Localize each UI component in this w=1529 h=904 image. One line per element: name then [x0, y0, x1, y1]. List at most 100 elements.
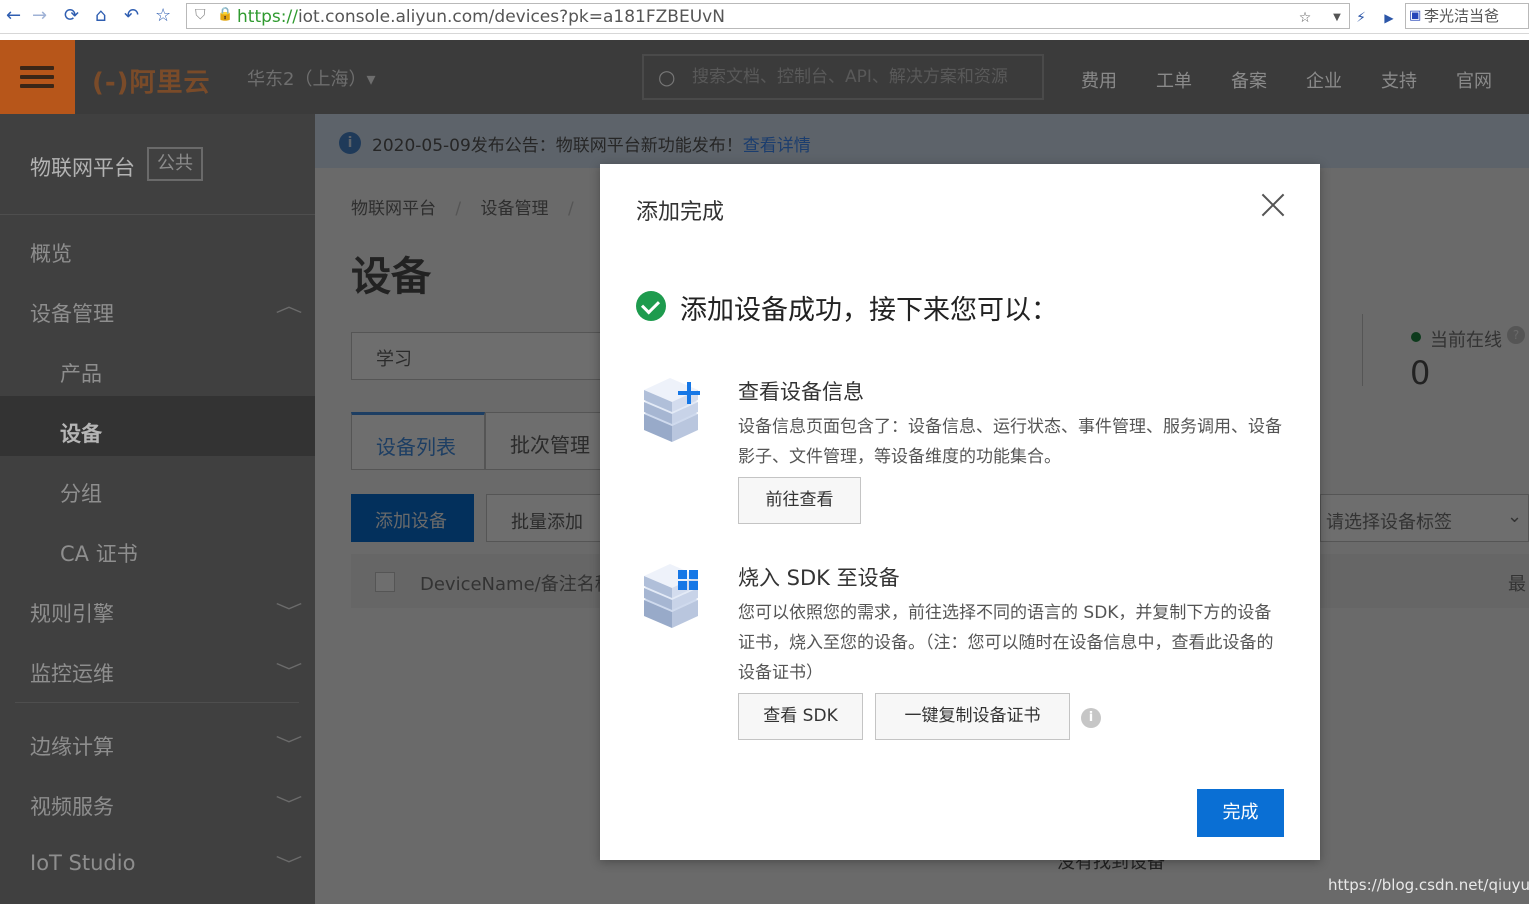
close-icon[interactable]	[1258, 190, 1288, 220]
sidebar-item-overview[interactable]: 概览	[30, 238, 72, 268]
lock-icon: 🔒	[217, 7, 234, 22]
breadcrumb-iot-platform[interactable]: 物联网平台	[351, 199, 436, 219]
divider	[0, 214, 315, 215]
breadcrumb-separator: /	[455, 199, 462, 219]
watermark: https://blog.csdn.net/qiuyu1	[1328, 876, 1529, 894]
menu-line	[20, 84, 54, 88]
online-status-dot	[1411, 332, 1421, 342]
instance-badge[interactable]: 公共	[147, 147, 203, 181]
chevron-down-icon[interactable]: ﹀	[276, 791, 303, 817]
product-select-value: 学习	[376, 349, 412, 370]
lightning-icon[interactable]: ⚡	[1351, 8, 1371, 28]
go-view-button[interactable]: 前往查看	[738, 477, 861, 524]
shield-icon: ⛉	[195, 7, 206, 23]
info-icon: i	[339, 132, 361, 154]
burn-sdk-desc: 您可以依照您的需求，前往选择不同的语言的 SDK，并复制下方的设备证书，烧入至您…	[738, 603, 1274, 683]
sdk-burn-icon	[644, 564, 698, 628]
sidebar-item-ca-cert[interactable]: CA 证书	[60, 538, 138, 568]
bookmark-star-icon[interactable]: ☆	[155, 6, 171, 26]
back-icon[interactable]: ←	[6, 6, 21, 26]
sidebar-item-devices[interactable]: 设备	[60, 418, 102, 448]
info-icon[interactable]: i	[1081, 708, 1101, 728]
sidebar: 物联网平台 公共 概览 设备管理 ︿ 产品 设备 分组 CA 证书 规则引擎 ﹀…	[0, 114, 315, 904]
column-last: 最	[1508, 574, 1526, 595]
view-device-info-desc: 设备信息页面包含了：设备信息、运行状态、事件管理、服务调用、设备影子、文件管理，…	[738, 417, 1282, 467]
favorite-star-icon[interactable]: ☆	[1295, 8, 1315, 28]
sidebar-item-monitoring[interactable]: 监控运维	[30, 658, 114, 688]
success-check-icon	[636, 291, 666, 321]
dialog-title: 添加完成	[636, 200, 725, 225]
nav-icp[interactable]: 备案	[1231, 67, 1267, 93]
region-select[interactable]: 华东2（上海）▾	[247, 65, 376, 91]
done-button[interactable]: 完成	[1197, 789, 1284, 837]
user-name: 李光洁当爸	[1424, 7, 1500, 25]
breadcrumb-separator: /	[567, 199, 574, 219]
batch-add-button[interactable]: 批量添加	[486, 494, 604, 542]
sidebar-item-products[interactable]: 产品	[60, 358, 102, 388]
announcement-text: 2020-05-09发布公告：物联网平台新功能发布！查看详情	[372, 136, 811, 156]
undo-icon[interactable]: ↶	[124, 6, 139, 26]
aliyun-logo[interactable]: (-)阿里云	[92, 62, 211, 99]
add-device-button[interactable]: 添加设备	[351, 494, 474, 542]
sidebar-item-video-service[interactable]: 视频服务	[30, 791, 114, 821]
browser-toolbar: ← → ⟳ ⌂ ↶ ☆ ⛉ 🔒 https://iot.console.aliy…	[0, 0, 1529, 34]
menu-line	[20, 66, 54, 70]
view-device-info-title: 查看设备信息	[738, 380, 864, 404]
column-devicename: DeviceName/备注名称	[420, 574, 613, 595]
chevron-up-icon[interactable]: ︿	[276, 292, 303, 318]
divider	[1362, 314, 1363, 386]
nav-support[interactable]: 支持	[1381, 67, 1417, 93]
sidebar-item-rules-engine[interactable]: 规则引擎	[30, 598, 114, 628]
sidebar-title: 物联网平台	[30, 156, 135, 180]
sidebar-item-groups[interactable]: 分组	[60, 478, 102, 508]
reload-icon[interactable]: ⟳	[64, 6, 79, 26]
search-placeholder: 搜索文档、控制台、API、解决方案和资源	[692, 67, 1008, 87]
sidebar-active-highlight	[0, 396, 315, 456]
menu-button[interactable]	[0, 40, 75, 114]
tab-batch-management[interactable]: 批次管理	[485, 412, 605, 470]
divider	[15, 702, 299, 703]
tab-device-list[interactable]: 设备列表	[351, 412, 485, 470]
product-select[interactable]: 学习	[351, 332, 611, 380]
address-bar[interactable]: ⛉ 🔒 https://iot.console.aliyun.com/devic…	[186, 3, 1394, 29]
menu-line	[20, 75, 54, 79]
sidebar-item-iot-studio[interactable]: IoT Studio	[30, 851, 135, 875]
nav-fees[interactable]: 费用	[1081, 67, 1117, 93]
url-text[interactable]: https://iot.console.aliyun.com/devices?p…	[237, 7, 725, 27]
device-info-icon	[644, 378, 700, 442]
nav-enterprise[interactable]: 企业	[1306, 67, 1342, 93]
success-message: 添加设备成功，接下来您可以：	[680, 295, 1058, 326]
search-icon: ○	[658, 65, 676, 89]
sidebar-item-device-management[interactable]: 设备管理	[30, 298, 114, 328]
chevron-down-icon[interactable]: ﹀	[276, 658, 303, 684]
sidebar-item-edge-computing[interactable]: 边缘计算	[30, 731, 114, 761]
view-sdk-button[interactable]: 查看 SDK	[738, 693, 863, 740]
home-icon[interactable]: ⌂	[95, 6, 106, 26]
batch-add-label: 批量添加	[511, 512, 583, 533]
nav-tickets[interactable]: 工单	[1156, 67, 1192, 93]
chevron-down-icon[interactable]: ﹀	[276, 598, 303, 624]
page-title: 设备	[351, 254, 431, 300]
console-header: (-)阿里云 华东2（上海）▾ ○ 搜索文档、控制台、API、解决方案和资源 费…	[0, 40, 1529, 114]
tag-select-placeholder: 请选择设备标签	[1326, 512, 1452, 533]
tag-select[interactable]: 请选择设备标签 ⌄	[1320, 494, 1529, 542]
forward-icon[interactable]: →	[32, 6, 47, 26]
add-device-label: 添加设备	[375, 511, 447, 532]
copy-device-cert-button[interactable]: 一键复制设备证书	[875, 693, 1070, 740]
add-complete-dialog: 添加完成 添加设备成功，接下来您可以： 查看设备信息 设备信息页面包含了：设备信…	[600, 164, 1320, 860]
announcement-link[interactable]: 查看详情	[743, 136, 811, 156]
console-search-input[interactable]: ○ 搜索文档、控制台、API、解决方案和资源	[642, 54, 1044, 100]
play-icon[interactable]: ▶	[1379, 8, 1399, 28]
breadcrumb: 物联网平台 / 设备管理 /	[351, 194, 588, 219]
select-all-checkbox[interactable]	[375, 572, 395, 592]
chevron-down-icon[interactable]: ﹀	[276, 851, 303, 877]
chevron-down-icon: ⌄	[1507, 506, 1523, 527]
chevron-down-icon[interactable]: ﹀	[276, 731, 303, 757]
breadcrumb-device-management[interactable]: 设备管理	[481, 199, 549, 219]
user-search-box[interactable]: ▣ 李光洁当爸	[1405, 3, 1529, 29]
help-icon[interactable]: ?	[1507, 326, 1525, 344]
nav-official-site[interactable]: 官网	[1456, 67, 1492, 93]
paw-icon: ▣	[1409, 8, 1422, 23]
burn-sdk-title: 烧入 SDK 至设备	[738, 566, 900, 590]
dropdown-icon[interactable]: ▼	[1327, 8, 1347, 28]
